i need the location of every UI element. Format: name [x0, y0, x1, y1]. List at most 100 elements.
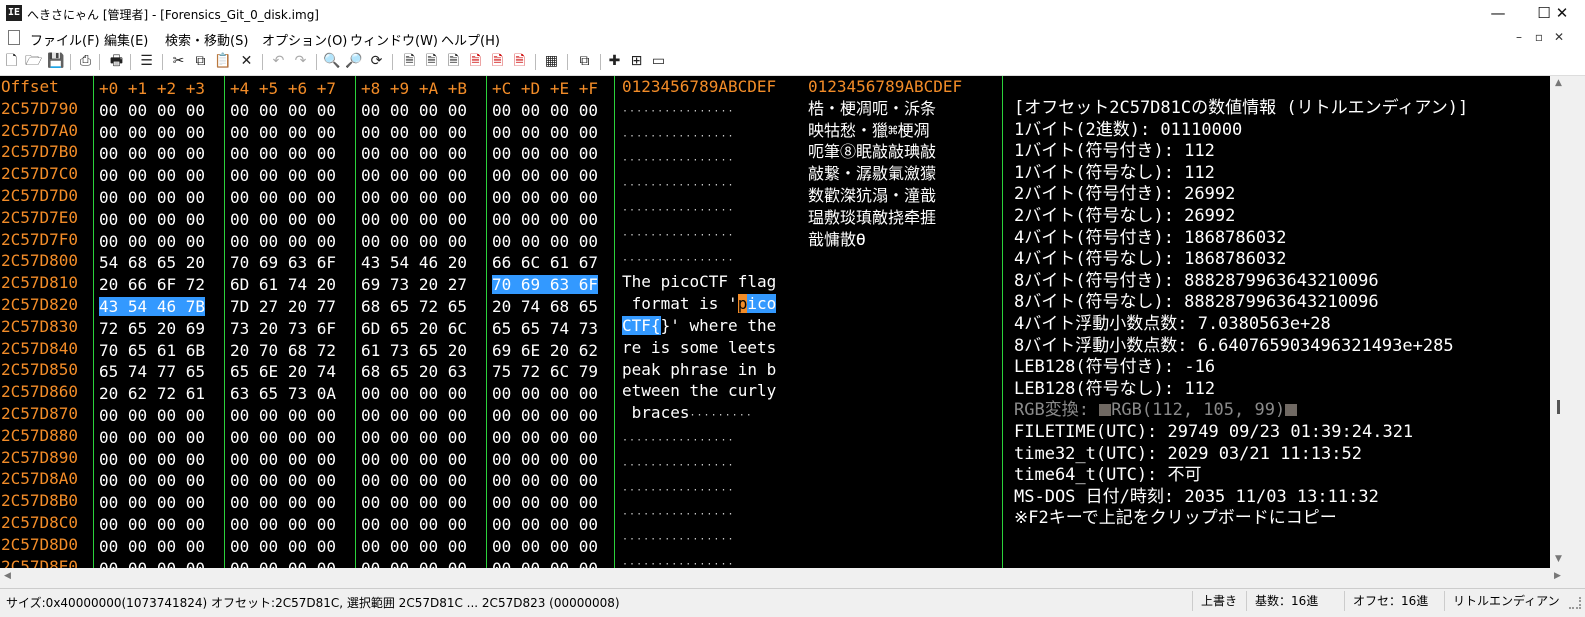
- hex-byte[interactable]: 00: [419, 232, 438, 251]
- hex-byte[interactable]: 74: [317, 362, 336, 381]
- hex-byte[interactable]: 00: [230, 210, 249, 229]
- page-4-icon[interactable]: 🗎: [467, 53, 484, 70]
- hex-byte[interactable]: 27: [448, 275, 467, 294]
- hex-byte[interactable]: 74: [550, 319, 569, 338]
- hex-byte[interactable]: 00: [317, 428, 336, 447]
- hex-byte[interactable]: 00: [128, 406, 147, 425]
- hex-byte[interactable]: 73: [390, 341, 409, 360]
- hex-byte[interactable]: 65: [492, 319, 511, 338]
- hex-byte[interactable]: 00: [128, 123, 147, 142]
- hex-byte[interactable]: 00: [99, 537, 118, 556]
- hex-byte[interactable]: 00: [390, 210, 409, 229]
- hex-byte[interactable]: 74: [288, 275, 307, 294]
- hex-byte[interactable]: 00: [492, 144, 511, 163]
- hex-byte[interactable]: 68: [361, 297, 380, 316]
- hex-byte[interactable]: 73: [579, 319, 598, 338]
- hex-byte[interactable]: 00: [317, 232, 336, 251]
- menu-window[interactable]: ウィンドウ(W): [350, 30, 438, 49]
- hex-byte[interactable]: 70: [492, 275, 512, 295]
- hex-byte[interactable]: 00: [230, 166, 249, 185]
- hex-byte[interactable]: 00: [419, 210, 438, 229]
- hex-byte[interactable]: 00: [230, 450, 249, 469]
- hex-byte[interactable]: 67: [579, 253, 598, 272]
- hex-byte[interactable]: 00: [99, 471, 118, 490]
- hex-byte[interactable]: 00: [230, 144, 249, 163]
- hex-byte[interactable]: 00: [259, 144, 278, 163]
- hex-byte[interactable]: 00: [288, 406, 307, 425]
- hex-byte[interactable]: 00: [157, 450, 176, 469]
- hex-byte[interactable]: 00: [521, 471, 540, 490]
- hex-byte[interactable]: 00: [317, 166, 336, 185]
- hex-byte[interactable]: 00: [230, 101, 249, 120]
- hex-byte[interactable]: 63: [448, 362, 467, 381]
- hex-byte[interactable]: 00: [186, 493, 205, 512]
- hex-byte[interactable]: 00: [448, 232, 467, 251]
- hex-byte[interactable]: 00: [230, 188, 249, 207]
- hex-byte[interactable]: 00: [317, 188, 336, 207]
- hex-byte[interactable]: 65: [390, 297, 409, 316]
- hex-byte[interactable]: 00: [448, 406, 467, 425]
- hex-byte[interactable]: 74: [128, 362, 147, 381]
- hex-byte[interactable]: 00: [157, 559, 176, 568]
- hex-byte[interactable]: 00: [550, 101, 569, 120]
- hex-byte[interactable]: 00: [550, 210, 569, 229]
- hex-byte[interactable]: 00: [390, 232, 409, 251]
- hex-byte[interactable]: 00: [419, 123, 438, 142]
- hex-byte[interactable]: 00: [128, 232, 147, 251]
- hex-byte[interactable]: 72: [99, 319, 118, 338]
- hex-byte[interactable]: 00: [550, 515, 569, 534]
- hex-byte[interactable]: 62: [128, 384, 147, 403]
- hex-byte[interactable]: 00: [579, 537, 598, 556]
- hex-byte[interactable]: 00: [186, 406, 205, 425]
- hex-byte[interactable]: 00: [99, 559, 118, 568]
- hex-byte[interactable]: 00: [99, 101, 118, 120]
- hex-byte[interactable]: 00: [419, 101, 438, 120]
- hex-byte[interactable]: 00: [186, 515, 205, 534]
- hex-byte[interactable]: 00: [288, 232, 307, 251]
- hex-byte[interactable]: 00: [579, 123, 598, 142]
- hex-byte[interactable]: 79: [579, 362, 598, 381]
- hex-byte[interactable]: 00: [390, 493, 409, 512]
- hex-byte[interactable]: 62: [579, 341, 598, 360]
- hex-byte[interactable]: 65: [128, 341, 147, 360]
- hex-byte[interactable]: 6B: [186, 341, 205, 360]
- status-mode[interactable]: 上書き: [1192, 591, 1251, 611]
- hex-byte[interactable]: 00: [259, 123, 278, 142]
- hex-byte[interactable]: 00: [492, 123, 511, 142]
- hex-byte[interactable]: 00: [288, 101, 307, 120]
- hex-byte[interactable]: 20: [317, 275, 336, 294]
- hex-byte[interactable]: 65: [157, 253, 176, 272]
- hex-byte[interactable]: 00: [419, 384, 438, 403]
- page-5-icon[interactable]: 🗎: [489, 53, 506, 70]
- replace-icon[interactable]: ⟳: [368, 53, 385, 70]
- hex-byte[interactable]: 00: [157, 232, 176, 251]
- hex-byte[interactable]: 00: [550, 123, 569, 142]
- hex-byte[interactable]: 00: [448, 471, 467, 490]
- hex-byte[interactable]: 00: [361, 144, 380, 163]
- hex-byte[interactable]: 00: [390, 123, 409, 142]
- hex-byte[interactable]: 00: [288, 493, 307, 512]
- hex-byte[interactable]: 00: [230, 123, 249, 142]
- hex-byte[interactable]: 00: [492, 406, 511, 425]
- hex-byte[interactable]: 20: [419, 275, 438, 294]
- hex-byte[interactable]: 65: [390, 362, 409, 381]
- hex-byte[interactable]: 63: [230, 384, 249, 403]
- mdi-close-button[interactable]: ✕: [1551, 28, 1567, 46]
- hex-byte[interactable]: 00: [99, 428, 118, 447]
- hex-byte[interactable]: 00: [230, 471, 249, 490]
- hex-byte[interactable]: 6D: [361, 319, 380, 338]
- search-next-icon[interactable]: 🔎: [345, 53, 362, 70]
- menu-search-move[interactable]: 検索・移動(S): [165, 30, 248, 49]
- hex-byte[interactable]: 72: [317, 341, 336, 360]
- hex-byte[interactable]: 00: [550, 384, 569, 403]
- redo-icon[interactable]: ↷: [292, 53, 309, 70]
- hex-byte[interactable]: 00: [157, 537, 176, 556]
- hex-byte[interactable]: 00: [361, 537, 380, 556]
- hex-byte[interactable]: 00: [419, 450, 438, 469]
- hex-byte[interactable]: 00: [259, 450, 278, 469]
- hex-byte[interactable]: 68: [128, 253, 147, 272]
- hex-byte[interactable]: 00: [579, 428, 598, 447]
- hex-byte[interactable]: 00: [186, 559, 205, 568]
- hex-byte[interactable]: 00: [99, 493, 118, 512]
- hex-byte[interactable]: 00: [317, 210, 336, 229]
